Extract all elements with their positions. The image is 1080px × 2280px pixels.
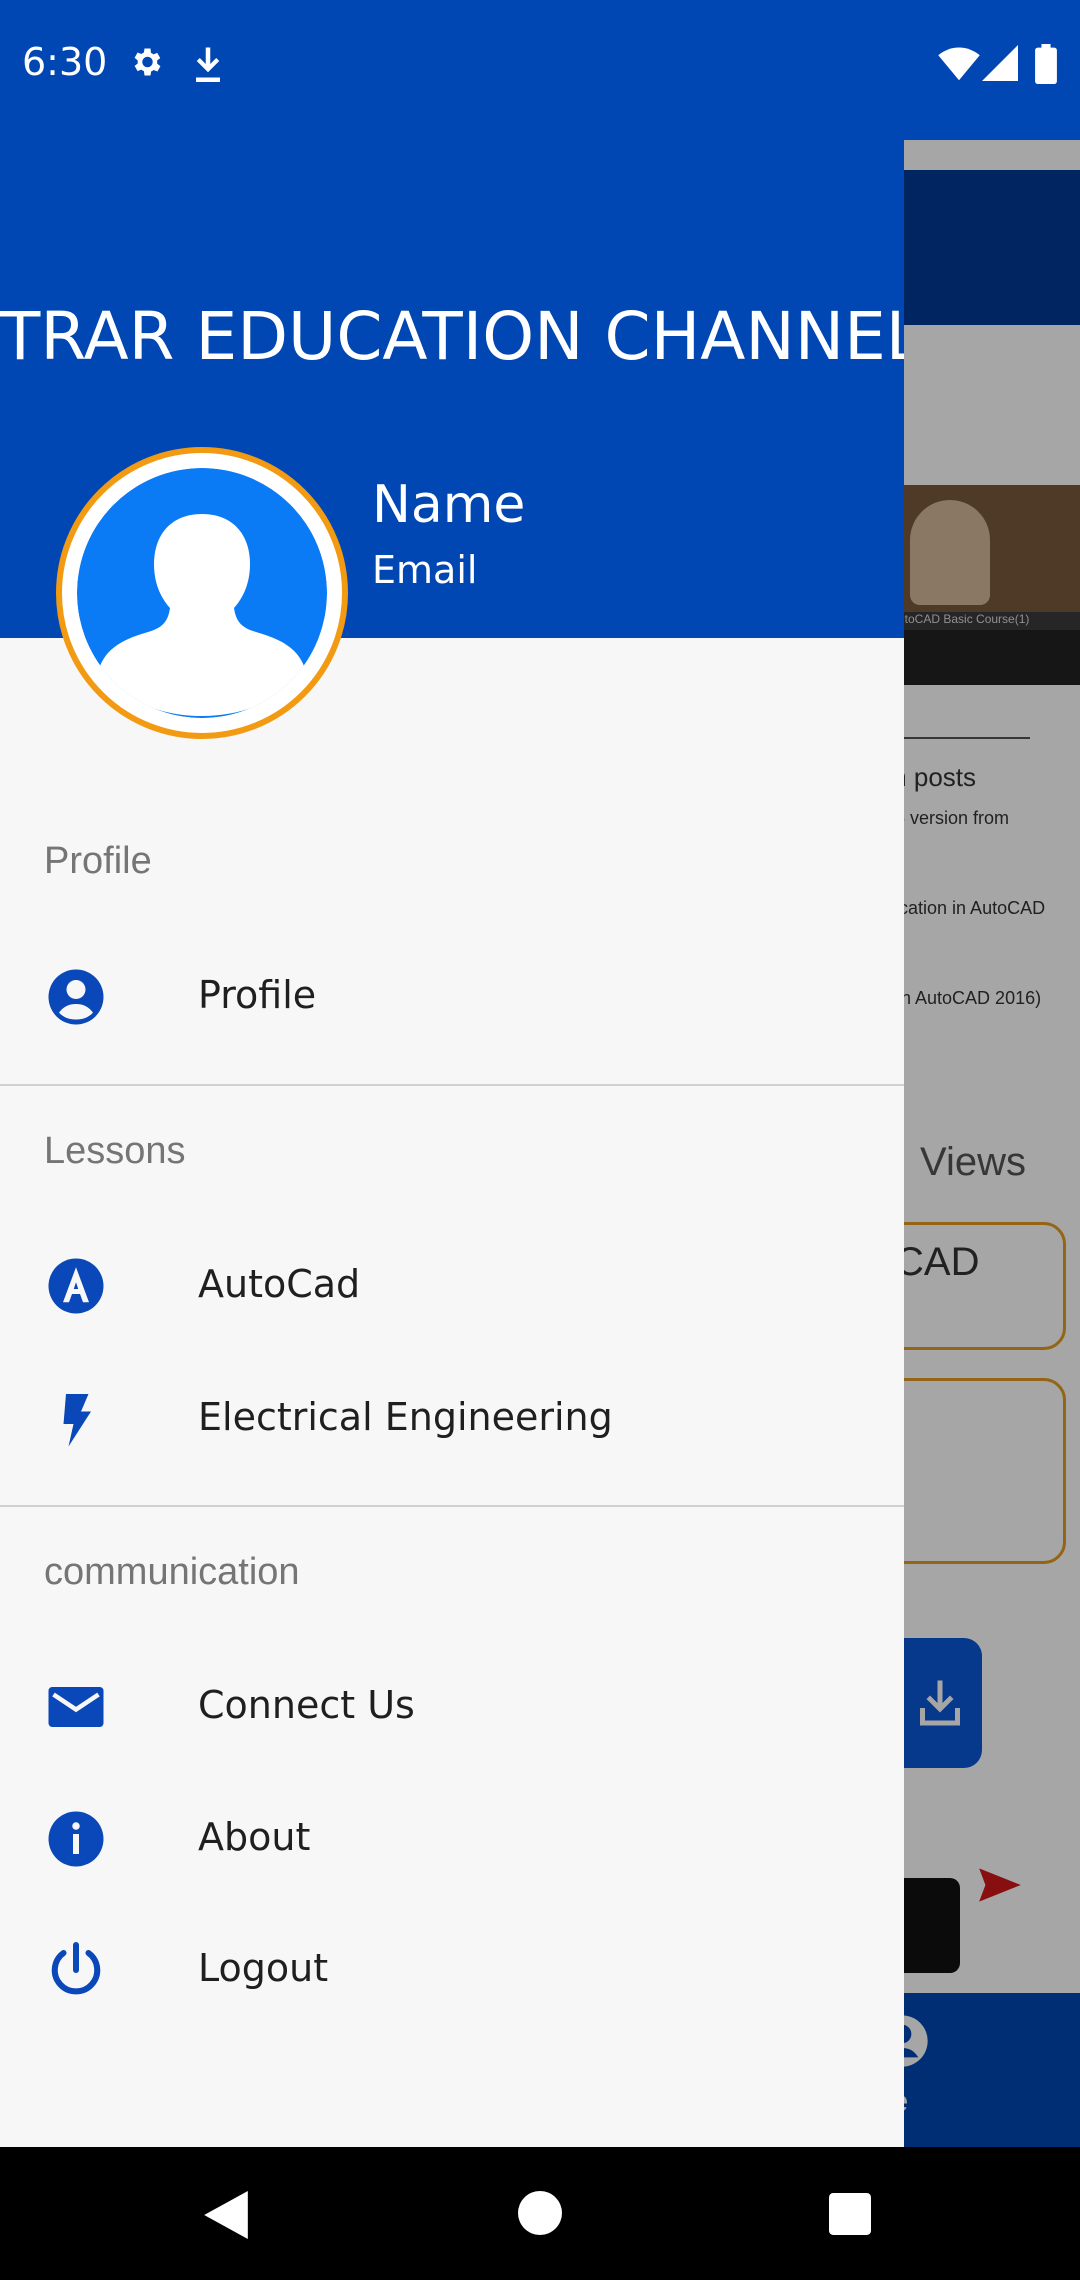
menu-item-connect-us[interactable]: Connect Us <box>0 1645 904 1765</box>
menu-item-logout[interactable]: Logout <box>0 1908 904 2028</box>
avatar[interactable] <box>56 447 348 739</box>
back-icon[interactable] <box>204 2191 248 2239</box>
status-time: 6:30 <box>22 40 108 84</box>
section-label-communication: communication <box>44 1551 300 1593</box>
section-label-lessons: Lessons <box>44 1130 186 1172</box>
screen: 6:30 S AutoCAD Basic Course(1) m posts <box>0 0 1080 2280</box>
user-email: Email <box>372 548 478 592</box>
lightning-bolt-icon <box>46 1389 106 1449</box>
navigation-drawer: TRAR EDUCATION CHANNEL Name Email Profil… <box>0 0 904 2147</box>
menu-label: Logout <box>198 1946 329 1990</box>
menu-label: Profile <box>198 973 317 1017</box>
menu-label: Electrical Engineering <box>198 1395 613 1439</box>
menu-item-electrical-engineering[interactable]: Electrical Engineering <box>0 1357 904 1477</box>
section-label-profile: Profile <box>44 840 152 882</box>
menu-label: About <box>198 1815 311 1859</box>
avatar-icon <box>77 468 327 718</box>
recents-icon[interactable] <box>829 2193 871 2235</box>
user-name: Name <box>372 475 526 535</box>
menu-item-profile[interactable]: Profile <box>0 935 904 1055</box>
menu-item-autocad[interactable]: AutoCad <box>0 1224 904 1344</box>
info-icon <box>46 1809 106 1869</box>
wifi-icon <box>938 44 980 87</box>
autocad-a-icon <box>46 1256 106 1316</box>
section-divider <box>0 1505 904 1507</box>
menu-label: Connect Us <box>198 1683 415 1727</box>
menu-label: AutoCad <box>198 1262 361 1306</box>
menu-item-about[interactable]: About <box>0 1777 904 1897</box>
home-icon[interactable] <box>518 2191 562 2235</box>
system-nav-bar <box>0 2147 1080 2280</box>
settings-icon <box>128 44 164 85</box>
drawer-title: TRAR EDUCATION CHANNEL <box>0 298 904 375</box>
battery-icon <box>1034 44 1058 89</box>
signal-icon <box>982 44 1018 87</box>
section-divider <box>0 1084 904 1086</box>
download-icon <box>190 44 226 89</box>
account-circle-icon <box>46 967 106 1027</box>
mail-icon <box>46 1677 106 1737</box>
power-icon <box>46 1940 106 2000</box>
status-bar: 6:30 <box>0 0 1080 140</box>
